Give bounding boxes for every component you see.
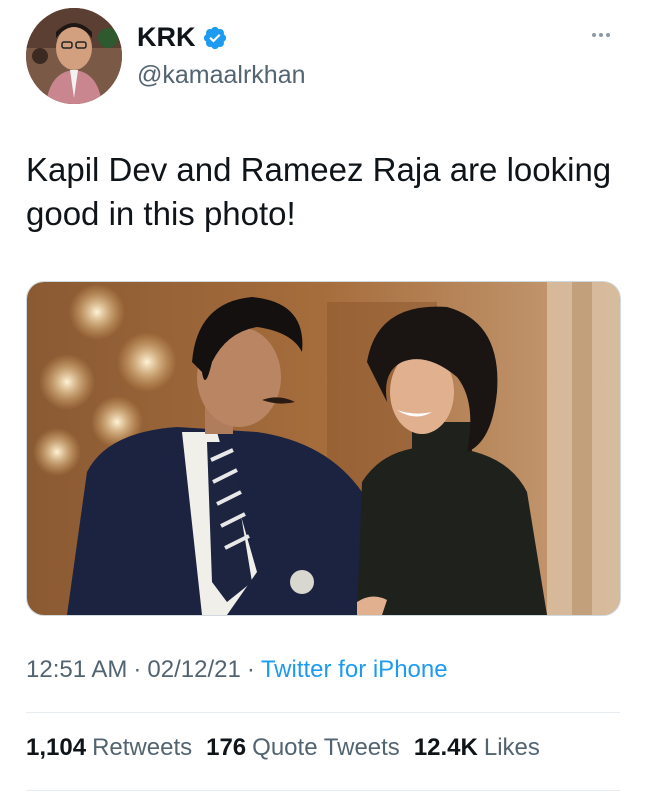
author-avatar[interactable] bbox=[26, 8, 122, 104]
avatar-image bbox=[26, 8, 122, 104]
retweets-label: Retweets bbox=[92, 734, 193, 761]
divider bbox=[26, 790, 620, 791]
author-handle[interactable]: @kamaalrkhan bbox=[137, 61, 306, 90]
likes-stat[interactable]: 12.4K Likes bbox=[414, 734, 540, 762]
quote-tweets-label: Quote Tweets bbox=[252, 734, 400, 761]
divider bbox=[26, 712, 620, 713]
author-name-row: KRK bbox=[137, 22, 228, 53]
verified-badge-icon bbox=[202, 25, 228, 51]
retweets-count: 1,104 bbox=[26, 734, 87, 761]
quote-tweets-count: 176 bbox=[206, 734, 247, 761]
tweet-photo[interactable] bbox=[26, 281, 621, 616]
likes-count: 12.4K bbox=[413, 734, 478, 761]
tweet-text: Kapil Dev and Rameez Raja are looking go… bbox=[26, 151, 612, 232]
meta-separator: · bbox=[246, 656, 255, 683]
meta-separator: · bbox=[133, 656, 142, 683]
retweets-stat[interactable]: 1,104 Retweets bbox=[26, 734, 192, 762]
quote-tweets-stat[interactable]: 176 Quote Tweets bbox=[206, 734, 400, 762]
more-options-icon[interactable] bbox=[592, 30, 616, 40]
author-display-name[interactable]: KRK bbox=[137, 22, 196, 53]
tweet-source-link[interactable]: Twitter for iPhone bbox=[261, 656, 448, 683]
tweet-stats: 1,104 Retweets 176 Quote Tweets 12.4K Likes bbox=[26, 734, 540, 762]
photo-image bbox=[27, 282, 620, 615]
likes-label: Likes bbox=[483, 734, 540, 761]
tweet-meta: 12:51 AM · 02/12/21 · Twitter for iPhone bbox=[26, 656, 448, 684]
tweet-date[interactable]: 02/12/21 bbox=[147, 656, 240, 683]
tweet-time[interactable]: 12:51 AM bbox=[26, 656, 127, 683]
